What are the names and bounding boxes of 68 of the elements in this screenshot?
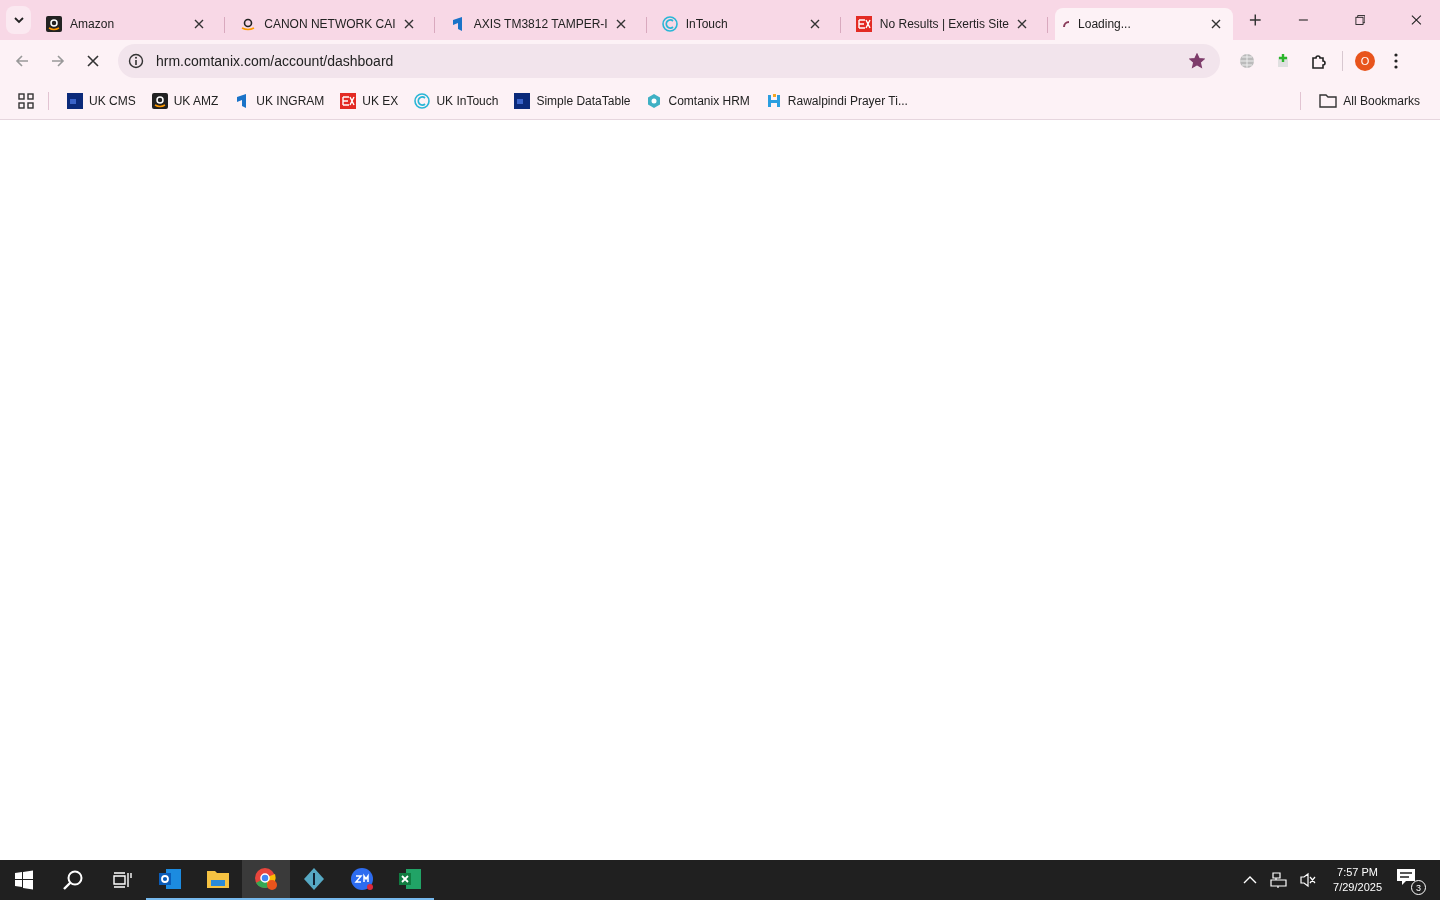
site-favicon-icon bbox=[855, 16, 872, 32]
extensions-puzzle-icon[interactable] bbox=[1310, 52, 1328, 70]
site-info-icon[interactable] bbox=[128, 53, 144, 69]
site-favicon-icon bbox=[661, 16, 678, 32]
bookmark-item[interactable]: UK EX bbox=[336, 88, 403, 113]
site-favicon-icon bbox=[46, 16, 63, 32]
site-favicon-icon bbox=[646, 92, 663, 109]
chevron-down-icon bbox=[12, 16, 25, 24]
taskbar-app[interactable] bbox=[242, 860, 290, 900]
site-favicon-icon bbox=[240, 16, 257, 32]
notification-count: 3 bbox=[1411, 880, 1426, 895]
message-icon bbox=[1396, 868, 1416, 886]
loading-spinner-icon bbox=[1063, 20, 1071, 28]
tab-title: InTouch bbox=[685, 17, 729, 31]
tab-title: Loading... bbox=[1078, 17, 1132, 31]
url-text: hrm.comtanix.com/account/dashboard bbox=[156, 53, 395, 69]
tab-title: CANON NETWORK CAI bbox=[264, 17, 396, 31]
site-favicon-icon bbox=[514, 92, 531, 109]
close-icon[interactable] bbox=[615, 19, 626, 29]
bookmark-item[interactable]: Simple DataTable bbox=[510, 88, 635, 113]
notification-center-button[interactable]: 3 bbox=[1396, 864, 1426, 896]
bookmark-item[interactable]: Comtanix HRM bbox=[642, 88, 754, 113]
restore-icon[interactable] bbox=[1354, 14, 1366, 26]
tab-search-button[interactable] bbox=[6, 6, 32, 34]
video-call-app-icon bbox=[349, 866, 375, 892]
address-bar[interactable]: hrm.comtanix.com/account/dashboard bbox=[118, 44, 1220, 78]
browser-icon bbox=[253, 866, 279, 892]
bookmark-star-icon[interactable] bbox=[1189, 53, 1205, 69]
close-icon[interactable] bbox=[1411, 14, 1422, 26]
bookmark-item[interactable]: UK InTouch bbox=[410, 88, 503, 113]
bookmark-item[interactable]: Rawalpindi Prayer Ti... bbox=[761, 88, 912, 113]
diamond-app-icon bbox=[301, 866, 327, 892]
bookmark-item[interactable]: UK CMS bbox=[63, 88, 140, 113]
close-icon[interactable] bbox=[809, 19, 820, 29]
apps-grid-icon[interactable] bbox=[18, 92, 34, 109]
bookmark-item[interactable]: UK AMZ bbox=[147, 88, 223, 113]
site-favicon-icon bbox=[340, 92, 357, 109]
mail-app-icon bbox=[157, 866, 183, 892]
tab-title: AXIS TM3812 TAMPER-I bbox=[473, 17, 608, 31]
windows-start-icon[interactable] bbox=[14, 870, 34, 890]
clock-date[interactable]: 7/29/2025 bbox=[1333, 880, 1382, 895]
search-icon[interactable] bbox=[62, 869, 84, 891]
bookmark-item[interactable]: UK INGRAM bbox=[230, 88, 329, 113]
close-icon[interactable] bbox=[403, 19, 414, 29]
tab-title: Amazon bbox=[70, 17, 116, 31]
stop-loading-icon[interactable] bbox=[86, 54, 100, 68]
network-icon[interactable] bbox=[1269, 872, 1288, 888]
site-favicon-icon bbox=[67, 92, 83, 109]
all-bookmarks-button[interactable]: All Bookmarks bbox=[1315, 88, 1424, 113]
close-icon[interactable] bbox=[1017, 19, 1028, 29]
menu-icon[interactable] bbox=[1393, 53, 1399, 69]
browser-tab[interactable]: Loading... bbox=[1055, 8, 1234, 40]
new-tab-icon[interactable] bbox=[1249, 13, 1262, 27]
chevron-up-icon[interactable] bbox=[1243, 875, 1258, 885]
close-icon[interactable] bbox=[194, 19, 205, 29]
folder-icon bbox=[1319, 92, 1338, 109]
forward-icon[interactable] bbox=[50, 53, 66, 69]
site-favicon-icon bbox=[765, 92, 782, 109]
tab-title: No Results | Exertis Site bbox=[879, 17, 1010, 31]
site-favicon-icon bbox=[414, 92, 431, 109]
clock-time[interactable]: 7:57 PM bbox=[1337, 865, 1378, 880]
back-icon[interactable] bbox=[14, 53, 30, 69]
muted-speaker-icon[interactable] bbox=[1299, 872, 1318, 888]
spreadsheet-app-icon bbox=[397, 866, 423, 892]
task-view-icon[interactable] bbox=[112, 870, 132, 890]
profile-avatar[interactable]: O bbox=[1355, 51, 1375, 71]
close-icon[interactable] bbox=[1211, 19, 1222, 29]
site-favicon-icon bbox=[151, 92, 168, 109]
